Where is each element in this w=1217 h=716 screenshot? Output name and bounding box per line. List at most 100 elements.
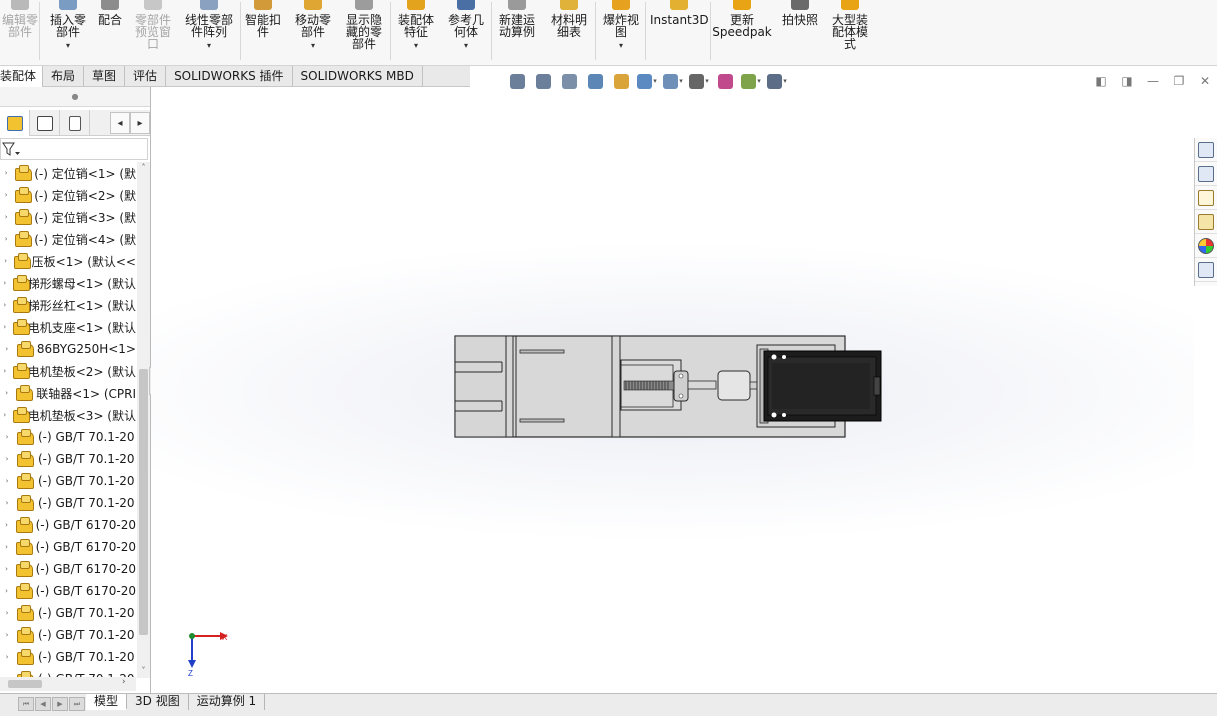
tree-filter-bar[interactable] [0, 138, 148, 160]
solidworks-resources-tab[interactable] [1195, 138, 1217, 162]
expand-arrow-icon[interactable]: › [0, 213, 12, 221]
section-view-button[interactable] [584, 71, 606, 91]
expand-arrow-icon[interactable]: › [0, 455, 14, 463]
expand-arrow-icon[interactable]: › [0, 521, 13, 529]
view-orientation-button[interactable]: ▾ [636, 71, 658, 91]
expand-arrow-icon[interactable]: › [0, 389, 13, 397]
expand-arrow-icon[interactable]: › [0, 345, 14, 353]
tree-item[interactable]: › 86BYG250H<1> [0, 338, 136, 360]
command-tab[interactable]: SOLIDWORKS MBD [293, 66, 423, 87]
dropdown-arrow-icon[interactable]: ▾ [653, 77, 657, 85]
expand-arrow-icon[interactable]: › [0, 587, 13, 595]
tree-item[interactable]: › (-) GB/T 70.1-20 [0, 646, 136, 668]
dropdown-arrow-icon[interactable]: ▾ [180, 40, 238, 52]
command-tab[interactable]: 布局 [43, 66, 85, 87]
expand-arrow-icon[interactable]: › [0, 477, 14, 485]
view-settings-button[interactable]: ▾ [766, 71, 788, 91]
tree-item[interactable]: › 梯形丝杠<1> (默认 [0, 294, 136, 316]
ribbon-button-instant3d[interactable]: Instant3D [650, 0, 709, 62]
first-tab-button[interactable]: ⏮ [18, 697, 34, 711]
tree-item[interactable]: › 电机支座<1> (默认 [0, 316, 136, 338]
tree-item[interactable]: › (-) 定位销<2> (默 [0, 184, 136, 206]
ribbon-button-reference-geometry[interactable]: 参考几 何体 ▾ [443, 0, 489, 62]
dropdown-arrow-icon[interactable]: ▾ [757, 77, 761, 85]
tree-item[interactable]: › 压板<1> (默认<< [0, 250, 136, 272]
expand-arrow-icon[interactable]: › [0, 499, 14, 507]
last-tab-button[interactable]: ⏭ [69, 697, 85, 711]
tree-item[interactable]: › (-) 定位销<4> (默 [0, 228, 136, 250]
ribbon-button-snapshot[interactable]: 拍快照 [776, 0, 824, 62]
expand-arrow-icon[interactable]: › [0, 323, 10, 331]
tree-item[interactable]: › (-) 定位销<3> (默 [0, 206, 136, 228]
ribbon-button-speedpak[interactable]: 更新 Speedpak [712, 0, 772, 62]
tree-item[interactable]: › (-) GB/T 6170-20 [0, 558, 136, 580]
design-library-tab[interactable] [1195, 162, 1217, 186]
feature-tree-vertical-scrollbar[interactable]: ˄ ˅ [137, 162, 150, 678]
graphics-area[interactable] [151, 92, 1194, 693]
previous-tab-button[interactable]: ◀ [35, 697, 51, 711]
ribbon-button-component-preview[interactable]: 零部件 预览窗 口 [130, 0, 176, 62]
document-tab[interactable]: 运动算例 1 [189, 694, 266, 710]
expand-arrow-icon[interactable]: › [0, 235, 12, 243]
ribbon-button-show-hidden[interactable]: 显示隐 藏的零 部件 [341, 0, 387, 62]
ribbon-button-new-motion-study[interactable]: 新建运 动算例 [494, 0, 540, 62]
expand-arrow-icon[interactable]: › [0, 367, 10, 375]
feature-tree-horizontal-scrollbar[interactable]: › [0, 677, 136, 691]
display-style-button[interactable]: ▾ [662, 71, 684, 91]
previous-view-button[interactable] [558, 71, 580, 91]
custom-properties-tab[interactable] [1195, 258, 1217, 282]
file-explorer-tab[interactable] [1195, 186, 1217, 210]
ribbon-button-move-component[interactable]: 移动零 部件 ▾ [290, 0, 336, 62]
dropdown-arrow-icon[interactable]: ▾ [290, 40, 336, 52]
tree-item[interactable]: › (-) GB/T 6170-20 [0, 536, 136, 558]
tree-item[interactable]: › (-) GB/T 6170-20 [0, 580, 136, 602]
dropdown-arrow-icon[interactable]: ▾ [443, 40, 489, 52]
tree-item[interactable]: › (-) GB/T 6170-20 [0, 514, 136, 536]
next-tab-button[interactable]: ▶ [52, 697, 68, 711]
dropdown-arrow-icon[interactable]: ▾ [44, 40, 92, 52]
expand-arrow-icon[interactable]: › [0, 191, 12, 199]
tree-item[interactable]: › (-) GB/T 70.1-20 [0, 492, 136, 514]
dynamic-annotation-button[interactable] [610, 71, 632, 91]
tree-item[interactable]: › 梯形螺母<1> (默认 [0, 272, 136, 294]
ribbon-button-bom[interactable]: 材料明 细表 [546, 0, 592, 62]
feature-manager-tab[interactable] [0, 110, 30, 136]
expand-arrow-icon[interactable]: › [0, 543, 13, 551]
command-tab[interactable]: SOLIDWORKS 插件 [166, 66, 293, 87]
expand-arrow-icon[interactable]: › [0, 609, 14, 617]
edit-appearance-button[interactable] [714, 71, 736, 91]
expand-arrow-icon[interactable]: › [0, 169, 12, 177]
filter-icon[interactable] [1, 139, 23, 159]
ribbon-button-mate[interactable]: 配合 [94, 0, 126, 62]
dropdown-arrow-icon[interactable]: ▾ [598, 40, 644, 52]
dropdown-arrow-icon[interactable]: ▾ [705, 77, 709, 85]
ribbon-button-assembly-features[interactable]: 装配体 特征 ▾ [392, 0, 440, 62]
ribbon-button-smart-fasteners[interactable]: 智能扣 件 [241, 0, 285, 62]
dropdown-arrow-icon[interactable]: ▾ [392, 40, 440, 52]
expand-arrow-icon[interactable]: › [0, 653, 14, 661]
scroll-right-arrow[interactable]: › [122, 677, 126, 687]
expand-arrow-icon[interactable]: › [0, 301, 10, 309]
tab-scroll-right-button[interactable]: ▸ [130, 112, 150, 134]
expand-arrow-icon[interactable]: › [0, 631, 14, 639]
ribbon-button-edit-component[interactable]: 编辑零 部件 [0, 0, 40, 62]
appearances-tab[interactable] [1195, 234, 1217, 258]
tree-item[interactable]: › (-) GB/T 70.1-20 [0, 624, 136, 646]
tree-item[interactable]: › (-) GB/T 70.1-20 [0, 426, 136, 448]
command-tab[interactable]: 草图 [84, 66, 126, 87]
tree-item[interactable]: › 电机垫板<2> (默认 [0, 360, 136, 382]
close-icon[interactable]: ✕ [1192, 72, 1217, 90]
ribbon-button-insert-component[interactable]: 插入零 部件 ▾ [44, 0, 92, 62]
tree-item[interactable]: › (-) GB/T 70.1-20 [0, 602, 136, 624]
scrollbar-thumb[interactable] [8, 680, 42, 688]
restore-icon[interactable]: ❐ [1166, 72, 1192, 90]
document-tab[interactable]: 模型 [86, 694, 128, 710]
command-tab[interactable]: 评估 [125, 66, 167, 87]
expand-arrow-icon[interactable]: › [0, 279, 10, 287]
dropdown-arrow-icon[interactable]: ▾ [679, 77, 683, 85]
configuration-manager-tab[interactable] [60, 110, 90, 136]
apply-scene-button[interactable]: ▾ [740, 71, 762, 91]
hide-show-items-button[interactable]: ▾ [688, 71, 710, 91]
view-palette-tab[interactable] [1195, 210, 1217, 234]
tile-left-icon[interactable]: ◧ [1088, 72, 1114, 90]
